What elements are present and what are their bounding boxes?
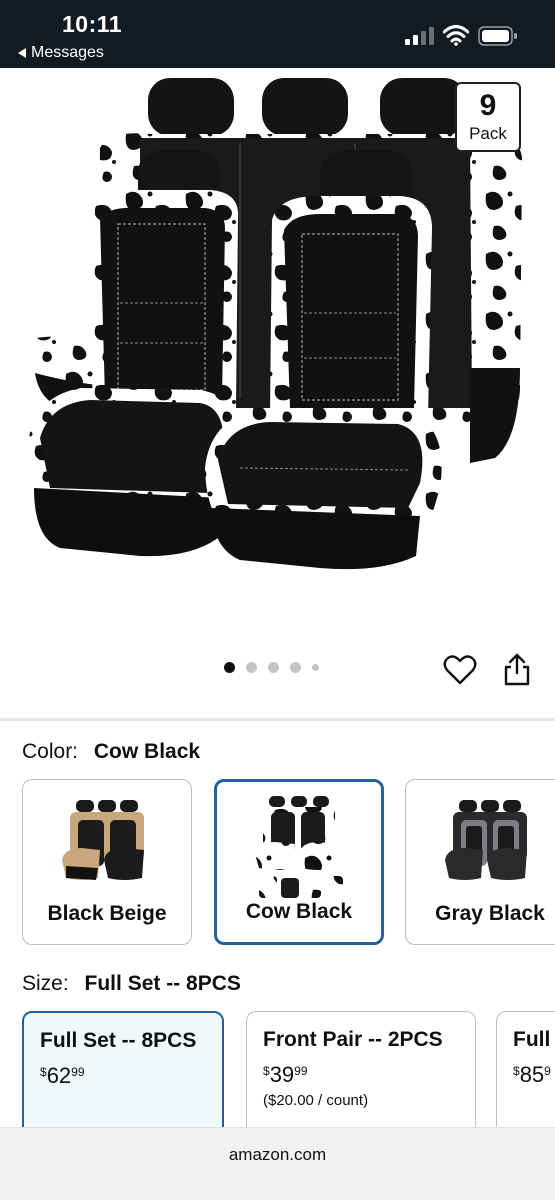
carousel-dot[interactable] [246, 662, 257, 673]
share-icon[interactable] [502, 651, 532, 687]
price-whole: 39 [269, 1062, 295, 1087]
seat-thumbnail [406, 790, 555, 900]
price-currency: $ [513, 1064, 520, 1078]
color-option-gray-black[interactable]: Gray Black [405, 779, 555, 945]
carousel-dot[interactable] [312, 664, 319, 671]
size-key: Size: [22, 972, 69, 995]
size-option-price: $6299 [40, 1063, 206, 1089]
size-option-name: Front Pair -- 2PCS [263, 1028, 443, 1051]
size-option-price: $859 [513, 1062, 555, 1088]
battery-icon [478, 26, 517, 46]
signal-icon [405, 27, 434, 45]
seat-covers-illustration [28, 78, 522, 570]
seat-thumbnail [217, 792, 381, 902]
size-value: Full Set -- 8PCS [84, 972, 241, 995]
product-image[interactable]: 9 Pack [0, 68, 555, 648]
carousel-indicator[interactable] [224, 662, 319, 673]
price-currency: $ [40, 1065, 47, 1079]
size-option-name: Full Set -- 8PCS [40, 1029, 197, 1052]
pack-badge: 9 Pack [455, 82, 521, 152]
back-to-messages-link[interactable]: Messages [18, 44, 104, 62]
price-currency: $ [263, 1064, 270, 1078]
price-cents: 99 [71, 1065, 85, 1079]
color-option-black-beige[interactable]: Black Beige [22, 779, 192, 945]
color-option-cow-black[interactable]: Cow Black [214, 779, 384, 945]
back-link-label: Messages [31, 44, 104, 61]
price-whole: 62 [46, 1063, 72, 1088]
pack-badge-number: 9 [479, 89, 497, 122]
color-value: Cow Black [93, 740, 201, 763]
pack-badge-label: Pack [469, 124, 507, 143]
size-option-name: Full [513, 1028, 551, 1051]
carousel-dot[interactable] [290, 662, 301, 673]
carousel-dot[interactable] [268, 662, 279, 673]
size-option-price: $3999 [263, 1062, 459, 1088]
back-arrow-icon [18, 48, 26, 58]
color-option-label: Gray Black [435, 902, 545, 925]
price-whole: 85 [519, 1062, 545, 1087]
price-cents: 99 [294, 1064, 308, 1078]
section-divider [0, 718, 555, 721]
color-key: Color: [22, 740, 79, 763]
color-option-label: Black Beige [47, 902, 167, 925]
clock: 10:11 [62, 11, 123, 37]
color-selection-label: Color: Cow Black [22, 740, 200, 764]
color-option-label: Cow Black [245, 900, 353, 923]
heart-icon[interactable] [443, 653, 477, 687]
carousel-dot[interactable] [224, 662, 235, 673]
seat-thumbnail [23, 790, 191, 900]
price-cents: 9 [544, 1064, 551, 1078]
status-bar: 10:11 Messages [0, 0, 555, 68]
browser-address-bar[interactable]: amazon.com [0, 1127, 555, 1200]
wifi-icon [443, 25, 469, 46]
address-url: amazon.com [228, 1145, 327, 1164]
size-selection-label: Size: Full Set -- 8PCS [22, 972, 241, 996]
size-option-unit-price: ($20.00 / count) [263, 1092, 369, 1109]
